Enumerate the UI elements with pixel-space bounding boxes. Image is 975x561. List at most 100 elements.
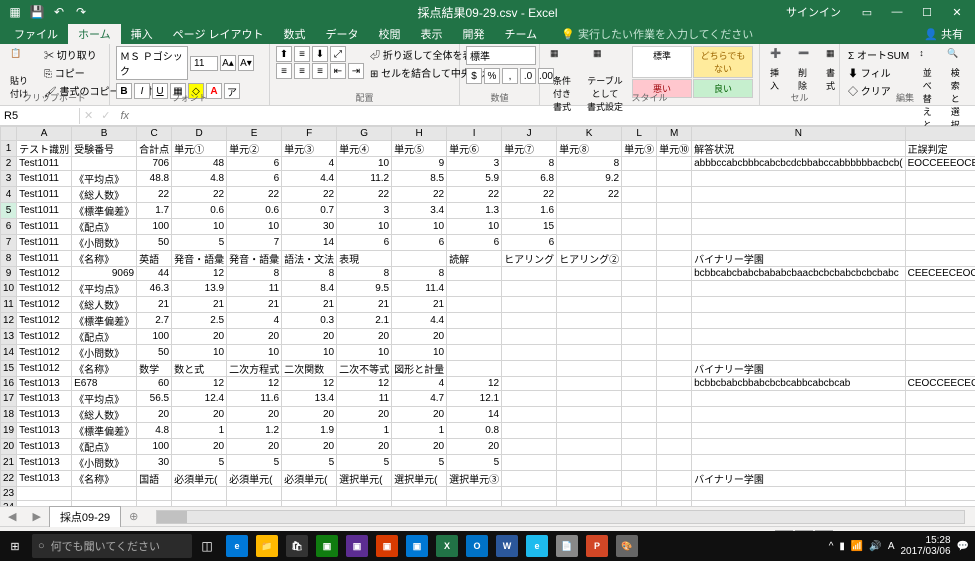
delete-cells-button[interactable]: ➖削除 [794, 46, 818, 94]
cell[interactable] [447, 267, 502, 281]
cell[interactable] [692, 313, 906, 329]
cell[interactable] [557, 501, 622, 507]
cell[interactable]: 12 [227, 377, 282, 391]
cell[interactable]: 単元④ [337, 141, 392, 157]
cell[interactable]: 20 [392, 329, 447, 345]
cell[interactable]: 《名称》 [72, 361, 137, 377]
cell[interactable] [622, 345, 657, 361]
column-header[interactable]: I [447, 127, 502, 141]
cell[interactable] [657, 187, 692, 203]
cell[interactable]: 二次関数 [282, 361, 337, 377]
cell[interactable] [692, 487, 906, 501]
column-header[interactable]: L [622, 127, 657, 141]
cell[interactable]: Test1013 [17, 439, 72, 455]
cell[interactable] [657, 487, 692, 501]
cell[interactable]: 4.4 [282, 171, 337, 187]
cell[interactable] [502, 377, 557, 391]
cell[interactable] [502, 471, 557, 487]
cell[interactable] [502, 455, 557, 471]
cell[interactable]: 100 [137, 219, 172, 235]
cell[interactable]: 22 [502, 187, 557, 203]
cell[interactable] [282, 487, 337, 501]
cell[interactable] [282, 501, 337, 507]
cell[interactable] [657, 313, 692, 329]
cell[interactable] [137, 487, 172, 501]
cell[interactable]: 4.8 [172, 171, 227, 187]
cell[interactable] [622, 235, 657, 251]
cell[interactable]: Test1012 [17, 361, 72, 377]
cell[interactable]: Test1011 [17, 157, 72, 171]
cell[interactable]: 48.8 [137, 171, 172, 187]
tray-notifications-icon[interactable]: 💬 [957, 541, 969, 552]
cell[interactable]: 《小問数》 [72, 455, 137, 471]
undo-icon[interactable]: ↶ [50, 3, 68, 21]
indent-dec-icon[interactable]: ⇤ [330, 63, 346, 79]
cell[interactable]: 20 [282, 407, 337, 423]
cell[interactable] [557, 407, 622, 423]
cell[interactable]: 単元③ [282, 141, 337, 157]
tray-battery-icon[interactable]: ▮ [839, 541, 845, 552]
row-header[interactable]: 8 [1, 251, 17, 267]
cell[interactable]: 数学 [137, 361, 172, 377]
cell[interactable]: 0.8 [447, 423, 502, 439]
cell[interactable] [392, 251, 447, 267]
cell[interactable]: Test1011 [17, 187, 72, 203]
cell[interactable]: 10 [337, 157, 392, 171]
cell[interactable] [557, 235, 622, 251]
cell[interactable]: 《標準偏差》 [72, 423, 137, 439]
column-header[interactable]: J [502, 127, 557, 141]
cell[interactable] [657, 203, 692, 219]
row-header[interactable]: 6 [1, 219, 17, 235]
cell[interactable] [557, 361, 622, 377]
cell[interactable] [657, 171, 692, 187]
row-header[interactable]: 21 [1, 455, 17, 471]
cell[interactable] [657, 157, 692, 171]
cell[interactable]: 10 [447, 219, 502, 235]
cell[interactable]: 8 [557, 157, 622, 171]
worksheet-grid[interactable]: ABCDEFGHIJKLMNOP1テスト識別受験番号合計点単元①単元②単元③単元… [0, 126, 975, 506]
cell[interactable] [692, 423, 906, 439]
tray-chevron-icon[interactable]: ^ [829, 541, 834, 552]
ribbon-tab-3[interactable]: ページ レイアウト [163, 24, 274, 44]
cell[interactable]: 3 [337, 203, 392, 219]
cell[interactable]: 706 [137, 157, 172, 171]
taskbar-app-ie[interactable]: e [522, 531, 552, 561]
cell[interactable]: 図形と計量 [392, 361, 447, 377]
cell[interactable]: 単元① [172, 141, 227, 157]
cell[interactable]: Test1011 [17, 171, 72, 187]
cell[interactable]: 5 [282, 455, 337, 471]
cell[interactable]: 受験番号 [72, 141, 137, 157]
cell[interactable]: 1 [392, 423, 447, 439]
cell[interactable]: 《総人数》 [72, 407, 137, 423]
cell[interactable] [447, 329, 502, 345]
cell[interactable]: 4 [392, 377, 447, 391]
cell[interactable] [905, 297, 975, 313]
tray-network-icon[interactable]: 📶 [851, 541, 863, 552]
align-bottom-icon[interactable]: ⬇ [312, 46, 328, 62]
cell[interactable]: 1.3 [447, 203, 502, 219]
horizontal-scrollbar[interactable] [156, 510, 965, 524]
cell[interactable] [905, 471, 975, 487]
cell[interactable] [905, 501, 975, 507]
cell[interactable]: 単元⑥ [447, 141, 502, 157]
cell[interactable] [557, 391, 622, 407]
cell[interactable]: 5 [392, 455, 447, 471]
cell[interactable]: 48 [172, 157, 227, 171]
taskbar-app-store[interactable]: 🛍 [282, 531, 312, 561]
cell[interactable]: 必須単元( [227, 471, 282, 487]
cell[interactable] [72, 487, 137, 501]
cell[interactable] [692, 187, 906, 203]
column-header[interactable]: H [392, 127, 447, 141]
cell[interactable]: 5 [337, 455, 392, 471]
cell[interactable]: 12 [337, 377, 392, 391]
taskbar-app-excel[interactable]: X [432, 531, 462, 561]
cell[interactable] [172, 501, 227, 507]
cell[interactable] [502, 423, 557, 439]
cell[interactable]: 0.7 [282, 203, 337, 219]
cell[interactable]: 発音・語彙 [172, 251, 227, 267]
cell[interactable] [657, 281, 692, 297]
cell[interactable]: Test1013 [17, 407, 72, 423]
cell[interactable]: 20 [282, 439, 337, 455]
row-header[interactable]: 9 [1, 267, 17, 281]
cell[interactable]: 必須単元( [172, 471, 227, 487]
